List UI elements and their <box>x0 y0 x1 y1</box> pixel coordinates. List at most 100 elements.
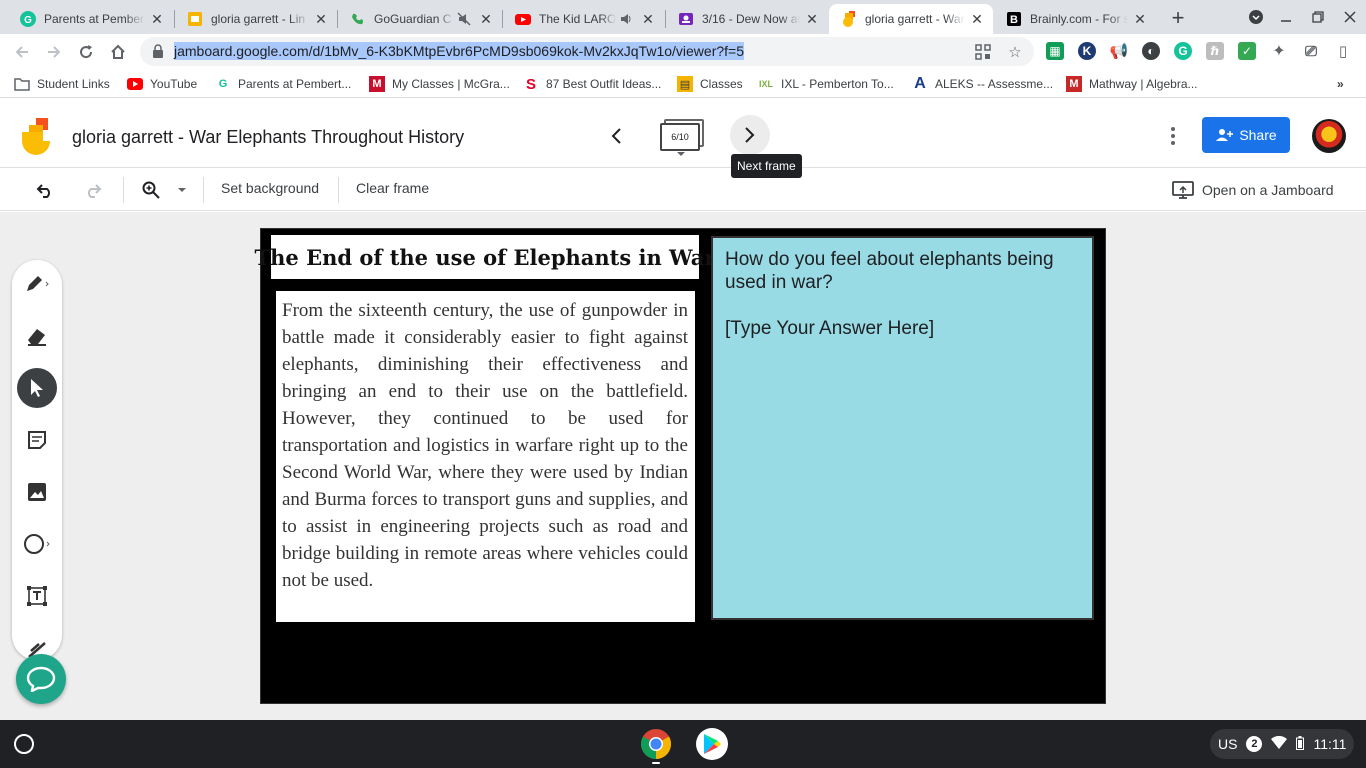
sticky-note-icon[interactable] <box>17 420 57 460</box>
close-window-icon[interactable] <box>1338 6 1362 28</box>
bookmark-star-icon[interactable]: ☆ <box>1006 43 1024 61</box>
bookmark-mathway[interactable]: M Mathway | Algebra... <box>1066 75 1198 93</box>
kami-extension-icon[interactable]: K <box>1078 42 1096 60</box>
text-box-icon[interactable] <box>17 576 57 616</box>
heading-text-box[interactable]: The End of the use of Elephants in War <box>255 235 715 279</box>
pen-tool-icon[interactable] <box>17 264 57 304</box>
announcify-extension-icon[interactable]: 📢 <box>1110 42 1129 60</box>
frame-counter: 6/10 <box>660 123 700 151</box>
qr-code-icon[interactable] <box>974 43 992 61</box>
browser-toolbar: jamboard.google.com/d/1bMv_6-K3bKMtpEvbr… <box>0 34 1366 70</box>
back-icon[interactable] <box>8 38 36 66</box>
tab-linked-slides[interactable]: gloria garrett - Lin ✕ <box>175 4 337 34</box>
goguardian-icon <box>350 11 366 27</box>
grammarly-extension-icon[interactable]: G <box>1174 42 1192 60</box>
audio-playing-icon[interactable] <box>618 11 634 27</box>
muted-icon[interactable] <box>456 11 472 27</box>
notification-badge: 2 <box>1246 736 1263 752</box>
bookmark-ixl[interactable]: IXL IXL - Pemberton To... <box>758 75 894 93</box>
tab-war-elephants[interactable]: gloria garrett - War ✕ <box>829 4 993 34</box>
close-tab-icon[interactable]: ✕ <box>969 11 985 27</box>
close-tab-icon[interactable]: ✕ <box>1132 11 1148 27</box>
youtube-icon <box>515 11 531 27</box>
youtube-icon <box>127 76 143 92</box>
sticky-note[interactable]: How do you feel about elephants being us… <box>711 236 1094 620</box>
forward-icon[interactable] <box>40 38 68 66</box>
more-bookmarks-icon[interactable]: » <box>1337 75 1344 93</box>
circle-shape-icon[interactable] <box>17 524 57 564</box>
aleks-icon: A <box>914 75 926 92</box>
close-tab-icon[interactable]: ✕ <box>640 11 656 27</box>
reload-icon[interactable] <box>72 38 100 66</box>
battery-icon[interactable]: ▯ <box>1334 42 1352 60</box>
eraser-icon[interactable] <box>17 316 57 356</box>
bookmark-aleks[interactable]: A ALEKS -- Assessme... <box>912 75 1053 93</box>
image-icon[interactable] <box>17 472 57 512</box>
chrome-icon[interactable] <box>640 728 672 760</box>
jamboard-icon <box>841 11 857 27</box>
url-text[interactable]: jamboard.google.com/d/1bMv_6-K3bKMtpEvbr… <box>174 42 744 60</box>
bookmark-outfit-ideas[interactable]: S 87 Best Outfit Ideas... <box>523 75 661 93</box>
frame-bar-button[interactable]: 6/10 <box>660 119 704 156</box>
note-answer: [Type Your Answer Here] <box>725 318 935 339</box>
tab-the-kid-laroi[interactable]: The Kid LAROI ✕ <box>503 4 664 34</box>
bookmark-student-links[interactable]: Student Links <box>14 75 110 93</box>
lock-icon[interactable] <box>152 44 164 58</box>
cast-icon[interactable]: ⎚ <box>1302 42 1320 60</box>
minimize-icon[interactable] <box>1274 6 1298 28</box>
launcher-icon[interactable] <box>14 734 34 754</box>
new-tab-button[interactable]: + <box>1166 5 1190 30</box>
chat-button[interactable] <box>16 654 66 704</box>
close-tab-icon[interactable]: ✕ <box>149 11 165 27</box>
tab-brainly[interactable]: B Brainly.com - For s ✕ <box>994 4 1156 34</box>
tab-parents-at-pemberton[interactable]: G Parents at Pemberton ✕ <box>8 4 173 34</box>
next-frame-button[interactable] <box>730 115 770 155</box>
more-options-icon[interactable] <box>1160 123 1186 149</box>
tab-goguardian[interactable]: GoGuardian C ✕ <box>338 4 502 34</box>
select-arrow-icon[interactable] <box>17 368 57 408</box>
open-on-jamboard-button[interactable]: Open on a Jamboard <box>1172 178 1334 202</box>
bookmark-youtube[interactable]: YouTube <box>127 75 197 93</box>
avatar[interactable] <box>1312 119 1346 153</box>
read-aloud-extension-icon[interactable]: ◐ <box>1142 42 1160 60</box>
checklist-extension-icon[interactable]: ✓ <box>1238 42 1256 60</box>
extension-icon[interactable]: ℏ <box>1206 42 1224 60</box>
jamboard-logo-icon[interactable] <box>22 118 50 155</box>
redo-icon[interactable] <box>80 177 106 203</box>
svg-text:G: G <box>24 15 32 26</box>
bookmark-parents-at-pemberton[interactable]: G Parents at Pembert... <box>215 75 352 93</box>
classes-icon <box>678 11 694 27</box>
note-question: How do you feel about elephants being us… <box>725 249 1054 293</box>
share-button[interactable]: Share <box>1202 117 1290 153</box>
set-background-button[interactable]: Set background <box>221 180 319 196</box>
play-store-icon[interactable] <box>696 728 728 760</box>
mcgraw-icon: M <box>369 76 385 92</box>
tab-search-icon[interactable] <box>1244 6 1268 28</box>
status-tray[interactable]: US 2 11:11 <box>1210 729 1355 759</box>
jam-frame[interactable]: The End of the use of Elephants in War F… <box>255 228 1106 704</box>
close-tab-icon[interactable]: ✕ <box>313 11 329 27</box>
close-tab-icon[interactable]: ✕ <box>804 11 820 27</box>
undo-icon[interactable] <box>32 177 58 203</box>
address-bar[interactable]: jamboard.google.com/d/1bMv_6-K3bKMtpEvbr… <box>140 37 1034 66</box>
zoom-icon[interactable] <box>138 177 164 203</box>
tab-title: 3/16 - Dew Now at <box>702 12 800 26</box>
bookmark-classes[interactable]: ▤ Classes <box>677 75 743 93</box>
s-icon: S <box>525 75 536 93</box>
extensions-puzzle-icon[interactable]: ✦ <box>1270 42 1288 60</box>
ixl-icon: IXL <box>758 79 773 89</box>
zoom-dropdown-icon[interactable] <box>172 177 192 203</box>
bookmark-my-classes[interactable]: M My Classes | McGra... <box>369 75 510 93</box>
close-tab-icon[interactable]: ✕ <box>478 11 494 27</box>
previous-frame-icon[interactable] <box>603 123 629 149</box>
tab-title: Parents at Pemberton <box>44 12 145 26</box>
slides-icon <box>187 11 203 27</box>
clear-frame-button[interactable]: Clear frame <box>356 180 429 196</box>
tab-dew-now[interactable]: 3/16 - Dew Now at ✕ <box>666 4 828 34</box>
home-icon[interactable] <box>104 38 132 66</box>
bookmarks-bar: Student Links YouTube G Parents at Pember… <box>0 70 1366 98</box>
sheets-extension-icon[interactable]: ▦ <box>1046 42 1064 60</box>
body-text-box[interactable]: From the sixteenth century, the use of g… <box>276 291 695 622</box>
chevron-right-icon <box>745 127 755 143</box>
restore-icon[interactable] <box>1306 6 1330 28</box>
